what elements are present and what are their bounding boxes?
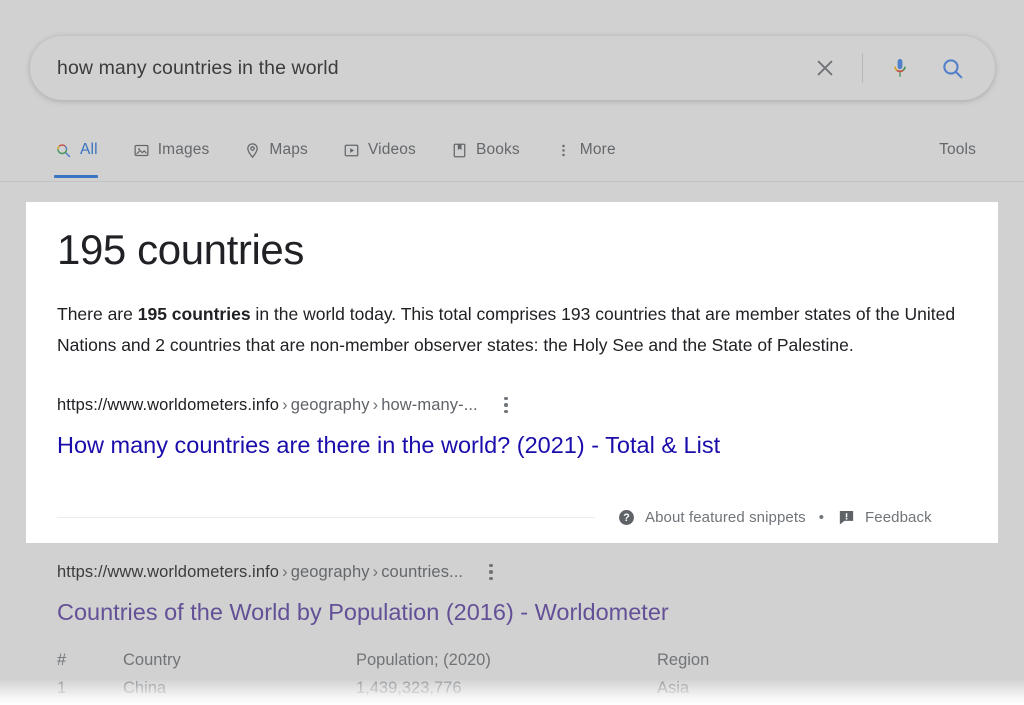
table-header-population: Population; (2020) [356,651,657,670]
kebab-dot [489,564,493,568]
video-play-icon [342,141,361,160]
snippet-url-crumb-1: geography [291,396,370,414]
search-bar-divider [862,53,863,83]
table-header-num: # [57,651,123,670]
featured-snippet-footer: ? About featured snippets • Feedback [57,502,972,532]
more-vertical-icon[interactable] [479,560,503,584]
tab-more[interactable]: More [554,128,616,172]
url-separator: › [279,563,291,581]
search-magnifier-icon[interactable] [929,45,975,91]
tab-books-label: Books [476,141,520,159]
snippet-url-row: https://www.worldometers.info›geography›… [57,361,972,417]
footer-separator-dot: • [819,509,824,526]
more-vertical-icon[interactable] [494,393,518,417]
table-cell-country: China [123,679,356,698]
table-row: 1 China 1,439,323,776 Asia [57,674,857,702]
result-url-domain: https://www.worldometers.info [57,563,279,581]
map-pin-icon [243,141,262,160]
featured-snippet-answer: 195 countries [57,202,972,275]
tab-videos[interactable]: Videos [342,128,416,172]
kebab-dot [489,570,493,574]
tab-images-label: Images [158,141,210,159]
tab-more-label: More [580,141,616,159]
tools-button[interactable]: Tools [939,128,976,172]
google-search-results-page: how many countries in the world [0,0,1024,705]
image-icon [132,141,151,160]
url-separator: › [279,396,291,414]
kebab-dot [489,577,493,581]
about-featured-snippets-label: About featured snippets [645,509,806,526]
table-header-row: # Country Population; (2020) Region [57,646,857,674]
more-vertical-icon [554,141,573,160]
table-cell-region: Asia [657,679,857,698]
snippet-url[interactable]: https://www.worldometers.info›geography›… [57,396,478,415]
kebab-dot [504,397,508,401]
footer-divider [57,517,595,518]
kebab-dot [504,410,508,414]
search-result-second: https://www.worldometers.info›geography›… [57,560,997,627]
tab-images[interactable]: Images [132,128,210,172]
url-separator: › [370,396,382,414]
tab-maps[interactable]: Maps [243,128,308,172]
tab-maps-label: Maps [269,141,308,159]
tools-label: Tools [939,141,976,159]
result-url-crumb-1: geography [291,563,370,581]
search-input[interactable]: how many countries in the world [30,57,802,80]
featured-snippet-card: 195 countries There are 195 countries in… [26,202,998,543]
tab-books[interactable]: Books [450,128,520,172]
search-bar[interactable]: how many countries in the world [30,36,995,100]
search-nav-tabs: All Images [0,128,1024,182]
microphone-icon[interactable] [877,45,923,91]
snippet-url-crumb-2: how-many-... [381,396,478,414]
result-url-crumb-2: countries... [381,563,463,581]
feedback-bubble-icon [837,508,856,527]
result-url[interactable]: https://www.worldometers.info›geography›… [57,563,463,582]
url-separator: › [370,563,382,581]
book-icon [450,141,469,160]
kebab-dot [504,403,508,407]
feedback-label: Feedback [865,509,932,526]
result-title-link[interactable]: Countries of the World by Population (20… [57,584,997,627]
table-header-region: Region [657,651,857,670]
snippet-url-domain: https://www.worldometers.info [57,396,279,414]
snippet-title-link[interactable]: How many countries are there in the worl… [57,417,972,460]
featured-snippet-paragraph: There are 195 countries in the world tod… [57,275,972,361]
tab-all[interactable]: All [54,128,98,172]
svg-text:?: ? [623,512,630,524]
about-featured-snippets-link[interactable]: ? About featured snippets [617,508,806,527]
tab-all-label: All [80,141,98,159]
table-cell-num: 1 [57,679,123,698]
search-header: how many countries in the world [0,0,1024,120]
tab-videos-label: Videos [368,141,416,159]
close-x-icon[interactable] [802,45,848,91]
table-cell-population: 1,439,323,776 [356,679,657,698]
feedback-link[interactable]: Feedback [837,508,932,527]
paragraph-bold: 195 countries [138,304,251,324]
paragraph-part-1: There are [57,304,138,324]
question-mark-circle-icon: ? [617,508,636,527]
google-search-icon [54,141,73,160]
result-url-row: https://www.worldometers.info›geography›… [57,560,997,584]
table-header-country: Country [123,651,356,670]
result-rich-table: # Country Population; (2020) Region 1 Ch… [57,646,857,702]
